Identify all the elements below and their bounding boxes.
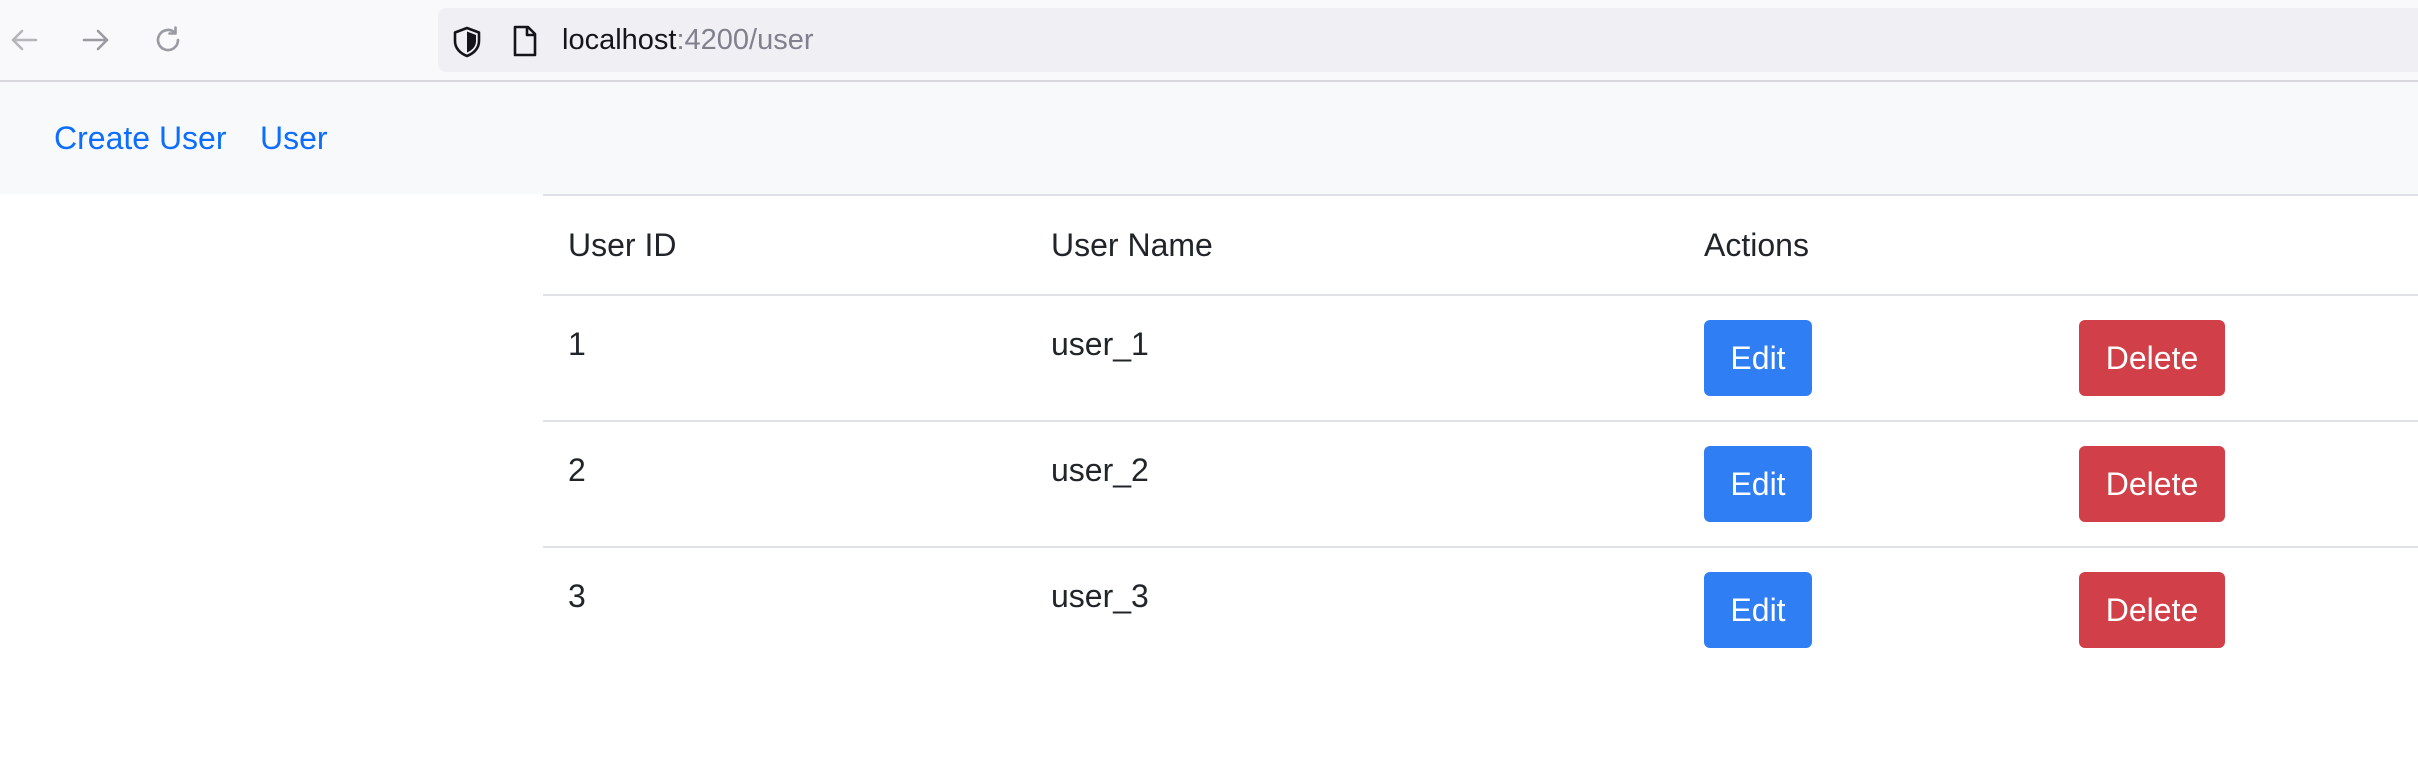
- edit-button[interactable]: Edit: [1704, 446, 1812, 522]
- cell-delete: Delete: [2054, 547, 2418, 673]
- arrow-right-icon: [82, 29, 109, 51]
- browser-toolbar: localhost:4200/user: [0, 0, 2418, 82]
- users-table: User ID User Name Actions 1 user_1 Edit …: [543, 194, 2418, 673]
- cell-user-name: user_1: [1051, 326, 1149, 362]
- cell-edit: Edit: [1679, 421, 2054, 547]
- cell-delete: Delete: [2054, 421, 2418, 547]
- cell-user-name: user_2: [1051, 452, 1149, 488]
- table-header-row: User ID User Name Actions: [543, 195, 2418, 295]
- nav-link-user[interactable]: User: [260, 118, 328, 158]
- edit-button[interactable]: Edit: [1704, 320, 1812, 396]
- page-icon[interactable]: [512, 25, 538, 57]
- cell-edit: Edit: [1679, 547, 2054, 673]
- cell-user-name: user_3: [1051, 578, 1149, 614]
- arrow-left-icon: [11, 29, 38, 51]
- url-host: localhost: [562, 24, 677, 56]
- table-row: 2 user_2 Edit Delete: [543, 421, 2418, 547]
- forward-button[interactable]: [74, 20, 118, 60]
- table-row: 3 user_3 Edit Delete: [543, 547, 2418, 673]
- cell-user-id: 2: [568, 452, 586, 488]
- delete-button[interactable]: Delete: [2079, 320, 2225, 396]
- table-row: 1 user_1 Edit Delete: [543, 295, 2418, 421]
- edit-button[interactable]: Edit: [1704, 572, 1812, 648]
- back-button[interactable]: [2, 20, 46, 60]
- header-actions: Actions: [1704, 227, 1809, 263]
- header-actions-extra: [2054, 195, 2418, 295]
- nav-link-create-user[interactable]: Create User: [54, 118, 227, 158]
- cell-delete: Delete: [2054, 295, 2418, 421]
- shield-icon[interactable]: [452, 26, 482, 58]
- url-path: :4200/user: [676, 24, 814, 56]
- url-bar[interactable]: localhost:4200/user: [438, 8, 2418, 72]
- app-navbar: Create User User: [0, 82, 2418, 194]
- url-text[interactable]: localhost:4200/user: [562, 22, 814, 58]
- delete-button[interactable]: Delete: [2079, 572, 2225, 648]
- header-user-name: User Name: [1051, 227, 1213, 263]
- reload-button[interactable]: [146, 20, 190, 60]
- reload-icon: [156, 26, 180, 52]
- cell-user-id: 3: [568, 578, 586, 614]
- cell-user-id: 1: [568, 326, 586, 362]
- delete-button[interactable]: Delete: [2079, 446, 2225, 522]
- header-user-id: User ID: [568, 227, 677, 263]
- cell-edit: Edit: [1679, 295, 2054, 421]
